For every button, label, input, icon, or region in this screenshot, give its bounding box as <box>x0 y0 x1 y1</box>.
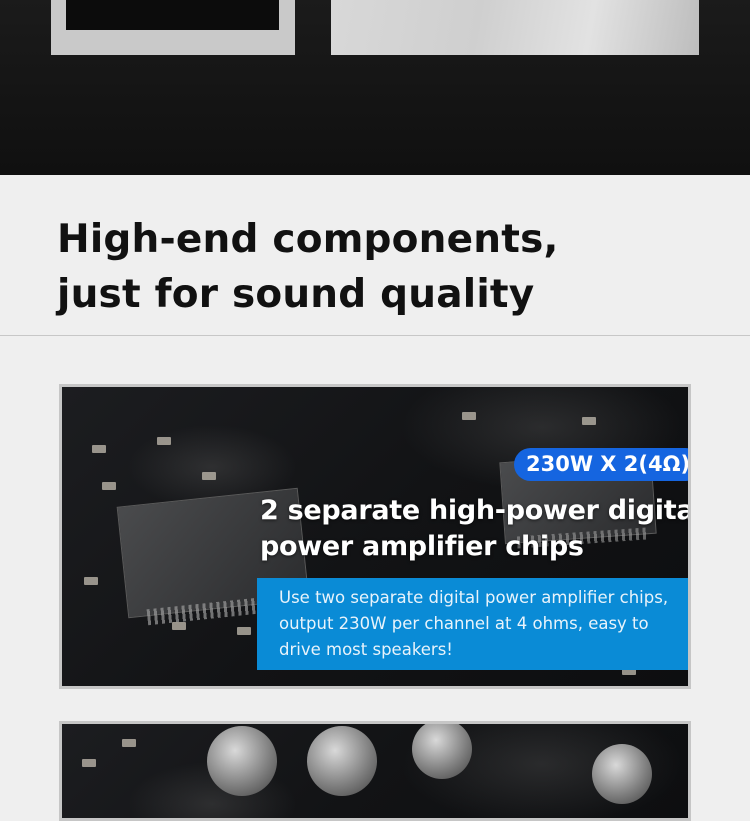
section-divider <box>0 335 750 336</box>
feature-card-amplifier: 230W X 2(4Ω) 2 separate high-power digit… <box>59 384 691 689</box>
circuit-board-image <box>62 724 688 818</box>
device-panel-left <box>51 0 295 55</box>
device-display <box>66 0 279 30</box>
product-photo-top <box>0 0 750 175</box>
capacitor-image <box>592 744 652 804</box>
smd-component <box>202 472 216 480</box>
smd-component <box>462 412 476 420</box>
smd-component <box>92 445 106 453</box>
capacitor-image <box>307 726 377 796</box>
feature-title-line-2: power amplifier chips <box>260 531 584 562</box>
section-heading: High-end components, just for sound qual… <box>57 212 559 322</box>
smd-component <box>82 759 96 767</box>
power-rating-badge: 230W X 2(4Ω) <box>514 448 688 481</box>
feature-title-line-1: 2 separate high-power digital <box>260 495 691 526</box>
smd-component <box>157 437 171 445</box>
smd-component <box>582 417 596 425</box>
smd-component <box>84 577 98 585</box>
capacitor-image <box>207 726 277 796</box>
heading-line-1: High-end components, <box>57 217 559 262</box>
feature-card-capacitors <box>59 721 691 821</box>
feature-description: Use two separate digital power amplifier… <box>279 588 669 659</box>
smd-component <box>102 482 116 490</box>
device-panel-right <box>331 0 699 55</box>
smd-component <box>237 627 251 635</box>
feature-title: 2 separate high-power digital power ampl… <box>260 493 691 565</box>
smd-component <box>122 739 136 747</box>
capacitor-image <box>412 724 472 779</box>
heading-line-2: just for sound quality <box>57 272 535 317</box>
feature-description-box: Use two separate digital power amplifier… <box>257 578 688 670</box>
smd-component <box>172 622 186 630</box>
